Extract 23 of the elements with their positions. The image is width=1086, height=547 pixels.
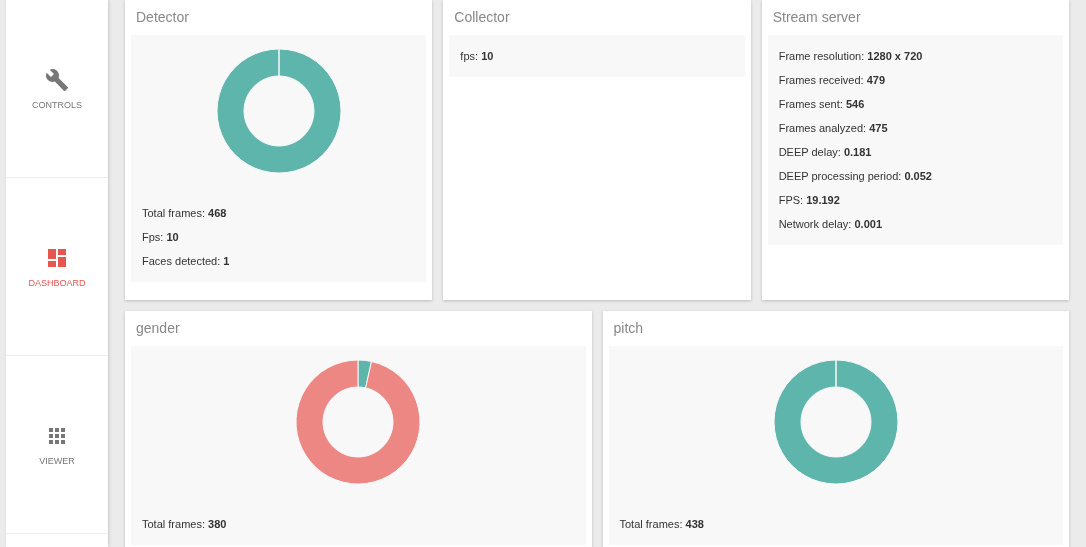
stat-text: Network delay: 0.001 bbox=[778, 217, 883, 231]
stat-text: DEEP processing period: 0.052 bbox=[778, 169, 933, 183]
stat-text: Total frames: 468 bbox=[142, 206, 228, 220]
stat-text: fps: 10 bbox=[460, 49, 495, 63]
card-title: pitch bbox=[612, 319, 645, 338]
sidebar-item[interactable]: DASHBOARD bbox=[6, 178, 108, 356]
stat-text: Frames received: 479 bbox=[778, 73, 887, 87]
stat-text: DEEP delay: 0.181 bbox=[778, 145, 873, 159]
stat-text: Frames analyzed: 475 bbox=[778, 121, 889, 135]
card-title: Detector bbox=[135, 8, 190, 27]
stat-text: FPS: 19.192 bbox=[778, 193, 841, 207]
card-title: Stream server bbox=[771, 8, 862, 27]
sidebar-item[interactable]: VIEWER bbox=[6, 356, 108, 534]
wrench-icon bbox=[45, 67, 69, 92]
stat-text: Total frames: 380 bbox=[142, 517, 228, 531]
card-title: Collector bbox=[453, 8, 511, 27]
stat-text: Faces detected: 1 bbox=[142, 254, 231, 268]
stat-text: Frame resolution: 1280 x 720 bbox=[778, 49, 924, 63]
stat-text: Total frames: 438 bbox=[619, 517, 705, 531]
stat-text: Fps: 10 bbox=[142, 230, 180, 244]
card-title: gender bbox=[135, 319, 181, 338]
sidebar-item[interactable]: CONTROLS bbox=[6, 0, 108, 178]
stat-text: Frames sent: 546 bbox=[778, 97, 866, 111]
